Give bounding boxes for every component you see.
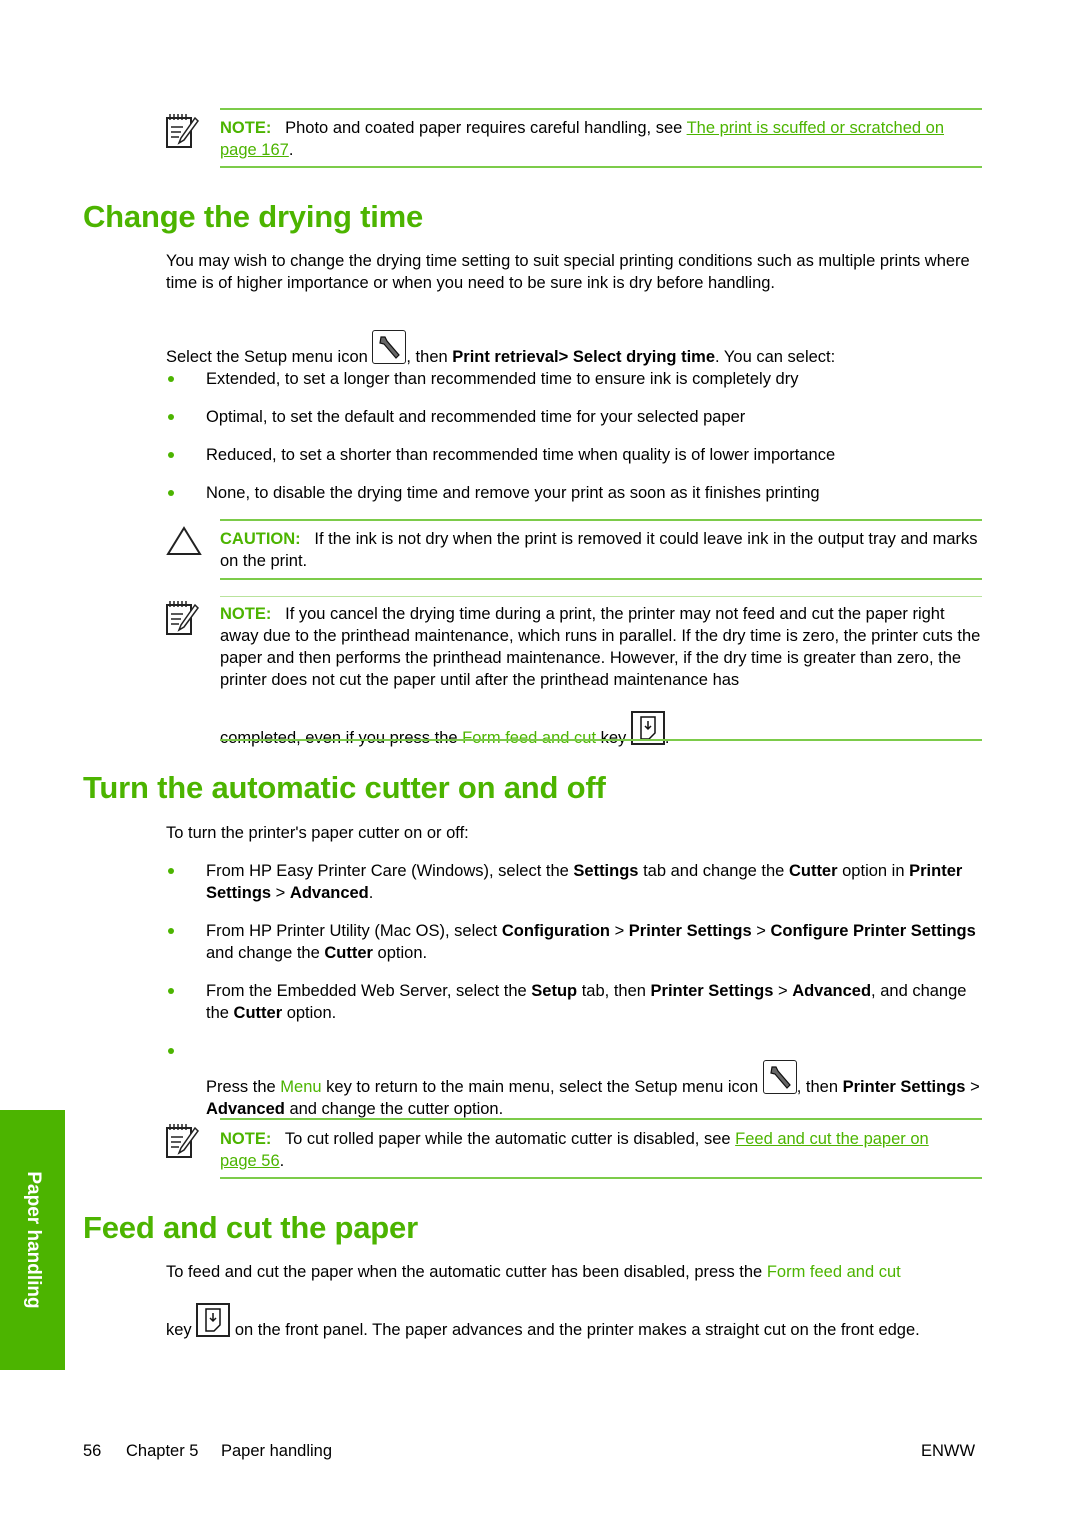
drying-intro: You may wish to change the drying time s…	[166, 252, 970, 292]
heading-feed-and-cut: Feed and cut the paper	[83, 1210, 418, 1245]
footer-chapter: Chapter 5	[126, 1442, 199, 1460]
bullet-icon	[168, 376, 174, 382]
note-top-rule	[220, 108, 982, 110]
note-label: NOTE:	[220, 119, 272, 137]
bullet-icon	[168, 490, 174, 496]
footer-chapter-title: Paper handling	[221, 1442, 333, 1460]
setup-menu-wrench-icon	[372, 330, 407, 364]
form-feed-key-label: Form feed and cut	[462, 729, 597, 747]
feed-cut-paragraph: To feed and cut the paper when the autom…	[166, 1263, 901, 1281]
bullet-icon	[168, 452, 174, 458]
footer-page-number: 56	[83, 1442, 102, 1460]
note-pad-icon	[166, 1124, 199, 1158]
chapter-side-tab: Paper handling	[0, 1110, 65, 1370]
note-label: NOTE:	[220, 605, 272, 623]
list-item-text-front-panel: Press the Menu key to return to the main…	[206, 1060, 986, 1120]
note-top-rule	[220, 596, 982, 597]
feed-cut-paragraph-line2: key on the front panel. The paper advanc…	[166, 1303, 986, 1341]
setup-menu-wrench-icon	[762, 1060, 797, 1094]
note-label: NOTE:	[220, 1130, 272, 1148]
caution-triangle-icon	[166, 526, 202, 555]
cutter-intro: To turn the printer's paper cutter on or…	[166, 824, 469, 842]
note-bottom-rule	[220, 166, 982, 168]
bullet-icon	[168, 414, 174, 420]
caution-top-rule	[220, 519, 982, 521]
form-feed-key-label: Form feed and cut	[766, 1263, 901, 1281]
bullet-icon	[168, 868, 174, 874]
bullet-icon	[168, 988, 174, 994]
footer-locale: ENWW	[921, 1442, 976, 1460]
note-cancel-drying-last-line: completed, even if you press the Form fe…	[220, 711, 985, 749]
caution-label: CAUTION:	[220, 530, 301, 548]
note-pad-icon	[166, 114, 199, 148]
note-rolled-paper: NOTE: To cut rolled paper while the auto…	[220, 1130, 929, 1170]
note-cancel-drying: NOTE: If you cancel the drying time duri…	[220, 605, 981, 689]
note-photo-paper: NOTE: Photo and coated paper requires ca…	[220, 119, 945, 159]
caution-ink-dry: CAUTION: If the ink is not dry when the …	[220, 530, 978, 570]
heading-change-drying-time: Change the drying time	[83, 199, 424, 234]
note-bottom-rule	[220, 1177, 982, 1179]
form-feed-cut-key-icon	[196, 1303, 231, 1337]
heading-automatic-cutter: Turn the automatic cutter on and off	[83, 770, 606, 805]
note-bottom-rule	[220, 739, 982, 741]
note-top-rule	[220, 1118, 982, 1120]
bullet-icon	[168, 1048, 174, 1054]
bullet-icon	[168, 928, 174, 934]
drying-select-instruction: Select the Setup menu icon , then Print …	[166, 330, 986, 368]
note-pad-icon	[166, 601, 199, 635]
caution-bottom-rule	[220, 578, 982, 580]
menu-key-label: Menu	[280, 1078, 322, 1096]
